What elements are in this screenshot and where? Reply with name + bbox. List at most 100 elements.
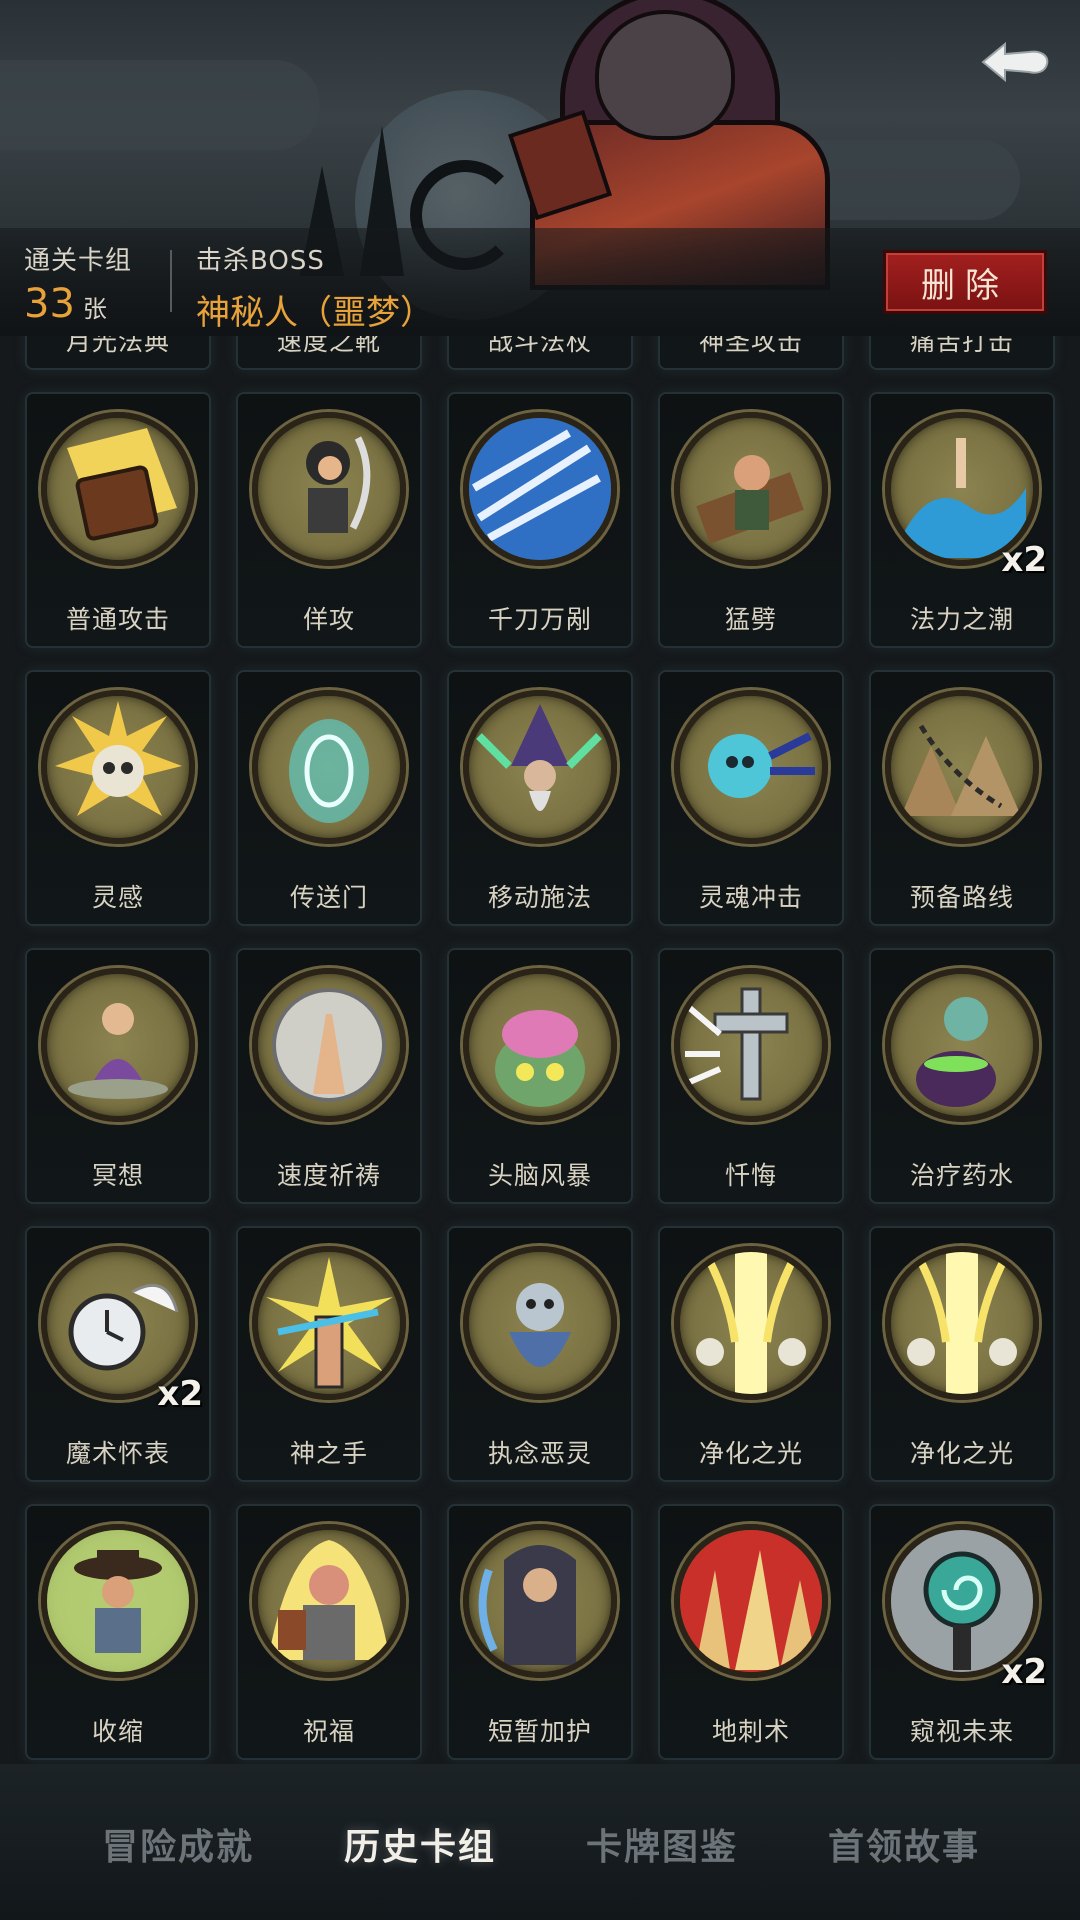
wizard-icon [463,690,617,844]
divine-hand-icon [252,1246,406,1400]
card-name: 头脑风暴 [487,1161,592,1190]
spellbook-icon [41,412,195,566]
deck-card[interactable]: 月光法典 [27,336,209,368]
card-name: 战斗法杖 [487,336,592,356]
shrink-icon [41,1524,195,1678]
deck-card[interactable]: 移动施法 [449,672,631,924]
deck-card[interactable]: 神圣攻击 [660,336,842,368]
cleared-decks-unit: 张 [82,295,107,323]
deck-card[interactable]: 冥想 [27,950,209,1202]
deck-card[interactable]: 预备路线 [871,672,1053,924]
card-name: 传送门 [289,883,368,912]
map-icon [885,690,1039,844]
back-button[interactable] [975,30,1055,94]
card-name: 灵魂冲击 [698,883,803,912]
prayer-icon [252,968,406,1122]
meditation-icon [41,968,195,1122]
card-name: 普通攻击 [65,605,170,634]
portal-icon [252,690,406,844]
deck-card[interactable]: 战斗法杖 [449,336,631,368]
cloud [0,60,320,150]
deck-card[interactable]: 传送门 [238,672,420,924]
card-name: 移动施法 [487,883,592,912]
card-name: 收缩 [91,1717,144,1746]
deck-card[interactable]: 普通攻击 [27,394,209,646]
holy-light-icon [885,1246,1039,1400]
card-count-badge: x2 [1001,1652,1047,1692]
boss-name: 神秘人（噩梦） [196,293,434,333]
deck-card[interactable]: 痛苦打击 [871,336,1053,368]
cleared-decks-label: 通关卡组 [24,246,133,276]
potion-icon [885,968,1039,1122]
deck-card[interactable]: 头脑风暴 [449,950,631,1202]
tab-history-decks[interactable]: 历史卡组 [320,1818,520,1878]
card-name: 痛苦打击 [909,336,1014,356]
card-name: 净化之光 [698,1439,803,1468]
card-name: 神圣攻击 [698,336,803,356]
cleared-decks-count: 33 [24,281,75,327]
card-count-badge: x2 [157,1374,203,1414]
deck-card[interactable]: 执念恶灵 [449,1228,631,1480]
tab-card-gallery[interactable]: 卡牌图鉴 [562,1818,762,1878]
card-name: 佯攻 [302,605,355,634]
card-name: 地刺术 [711,1717,790,1746]
card-name: 治疗药水 [909,1161,1014,1190]
blades-icon [463,412,617,566]
deck-card[interactable]: 忏悔 [660,950,842,1202]
deck-card[interactable]: 祝福 [238,1506,420,1758]
card-name: 预备路线 [909,883,1014,912]
divider [170,250,172,312]
deck-card[interactable]: 灵魂冲击 [660,672,842,924]
tab-adventure-achievements[interactable]: 冒险成就 [78,1818,278,1878]
deck-card[interactable]: 佯攻 [238,394,420,646]
soul-blast-icon [674,690,828,844]
cleave-icon [674,412,828,566]
deck-card[interactable]: 速度之靴 [238,336,420,368]
card-name: 魔术怀表 [65,1439,170,1468]
card-name: 速度之靴 [276,336,381,356]
brain-skull-icon [41,690,195,844]
deck-card[interactable]: 治疗药水 [871,950,1053,1202]
deck-card[interactable]: 收缩 [27,1506,209,1758]
delete-button[interactable]: 删除 [883,250,1047,314]
card-name: 窥视未来 [909,1717,1014,1746]
deck-card[interactable]: 神之手 [238,1228,420,1480]
deck-card[interactable]: 净化之光 [660,1228,842,1480]
wraith-icon [463,1246,617,1400]
spikes-icon [674,1524,828,1678]
card-name: 净化之光 [909,1439,1014,1468]
header-banner: 通关卡组 33 张 击杀BOSS 神秘人（噩梦） 删除 [0,0,1080,336]
deck-card[interactable]: 窥视未来 x2 [871,1506,1053,1758]
card-name: 猛劈 [724,605,777,634]
card-name: 月光法典 [65,336,170,356]
card-name: 冥想 [91,1161,144,1190]
deck-card[interactable]: 魔术怀表 x2 [27,1228,209,1480]
card-name: 短暂加护 [487,1717,592,1746]
deck-card[interactable]: 灵感 [27,672,209,924]
deck-card[interactable]: 地刺术 [660,1506,842,1758]
deck-card[interactable]: 短暂加护 [449,1506,631,1758]
shield-priest-icon [463,1524,617,1678]
deck-card[interactable]: 净化之光 [871,1228,1053,1480]
card-name: 神之手 [289,1439,368,1468]
card-name: 祝福 [302,1717,355,1746]
tab-boss-stories[interactable]: 首领故事 [804,1818,1004,1878]
cross-icon [674,968,828,1122]
bottom-tab-bar: 冒险成就 历史卡组 卡牌图鉴 首领故事 [0,1764,1080,1920]
card-name: 灵感 [91,883,144,912]
boss-stat: 击杀BOSS 神秘人（噩梦） [196,240,434,334]
card-name: 忏悔 [724,1161,777,1190]
card-name: 法力之潮 [909,605,1014,634]
holy-light-icon [674,1246,828,1400]
deck-card[interactable]: 猛劈 [660,394,842,646]
deck-card-grid[interactable]: 月光法典 速度之靴 战斗法杖 神圣攻击 痛苦打击普通攻击 佯攻 千刀万剐 猛劈 法力之潮 x2 灵感… [0,336,1080,1764]
rogue-icon [252,412,406,566]
deck-card[interactable]: 千刀万剐 [449,394,631,646]
deck-card[interactable]: 法力之潮 x2 [871,394,1053,646]
cleared-decks-stat: 通关卡组 33 张 [24,240,132,327]
back-arrow-icon [981,41,1049,83]
card-count-badge: x2 [1001,540,1047,580]
card-name: 千刀万剐 [487,605,592,634]
deck-card[interactable]: 速度祈祷 [238,950,420,1202]
blessing-icon [252,1524,406,1678]
